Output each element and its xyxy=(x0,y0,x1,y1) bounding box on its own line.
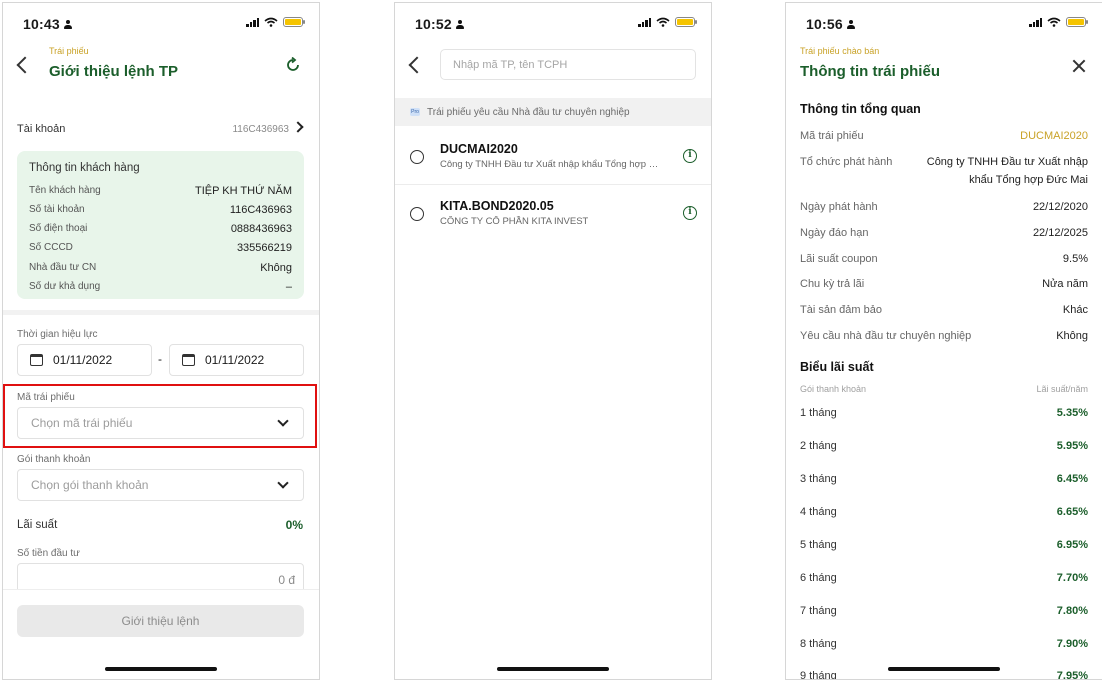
status-bar: 10:56 xyxy=(786,3,1102,43)
table-row: 1 tháng 5.35% xyxy=(800,407,1088,419)
detail-row: Ngày phát hành 22/12/2020 xyxy=(800,201,1088,213)
info-row: Số tài khoản 116C436963 xyxy=(29,204,292,216)
wifi-icon xyxy=(264,17,278,27)
table-row: 6 tháng 7.70% xyxy=(800,572,1088,584)
breadcrumb: Trái phiếu chào bán xyxy=(800,46,880,56)
home-indicator xyxy=(105,667,217,671)
table-row: 9 tháng 7.95% xyxy=(800,670,1088,680)
info-row: Nhà đầu tư CN Không xyxy=(29,262,292,274)
search-input[interactable]: Nhập mã TP, tên TCPH xyxy=(440,49,696,80)
calendar-icon xyxy=(182,354,195,366)
bond-code: KITA.BOND2020.05 xyxy=(440,199,554,213)
wifi-icon xyxy=(656,17,670,27)
table-row: 2 tháng 5.95% xyxy=(800,440,1088,452)
pro-investor-banner: Pro Trái phiếu yêu cầu Nhà đầu tư chuyên… xyxy=(395,98,711,126)
detail-row: Tổ chức phát hành Công ty TNHH Đầu tư Xu… xyxy=(800,156,1088,186)
info-icon[interactable]: i xyxy=(683,149,697,163)
calendar-icon xyxy=(30,354,43,366)
signal-icon xyxy=(1029,17,1042,27)
detail-row: Chu kỳ trả lãi Nửa năm xyxy=(800,278,1088,290)
status-time: 10:56 xyxy=(806,16,855,32)
rate-value: 0% xyxy=(285,518,303,532)
wifi-icon xyxy=(1047,17,1061,27)
info-row: Số điện thoại 0888436963 xyxy=(29,223,292,235)
radio-button[interactable] xyxy=(410,207,424,221)
detail-row: Ngày đáo hạn 22/12/2025 xyxy=(800,227,1088,239)
home-indicator xyxy=(888,667,1000,671)
date-from-field[interactable]: 01/11/2022 xyxy=(17,344,152,376)
validity-label: Thời gian hiệu lực xyxy=(17,329,98,340)
detail-row: Lãi suất coupon 9.5% xyxy=(800,253,1088,265)
info-icon[interactable]: i xyxy=(683,206,697,220)
chevron-down-icon xyxy=(277,477,289,489)
bond-code: DUCMAI2020 xyxy=(440,142,518,156)
list-item[interactable]: KITA.BOND2020.05 CÔNG TY CỔ PHẦN KITA IN… xyxy=(395,185,711,242)
status-time: 10:43 xyxy=(23,16,72,32)
radio-button[interactable] xyxy=(410,150,424,164)
section-divider xyxy=(3,310,319,315)
customer-info-box: Thông tin khách hàng Tên khách hàng TIỆP … xyxy=(17,151,304,299)
highlight-box xyxy=(3,384,317,448)
refresh-icon[interactable] xyxy=(285,57,301,73)
page-title: Thông tin trái phiếu xyxy=(800,63,940,80)
amount-label: Số tiền đầu tư xyxy=(17,548,80,559)
bond-issuer: Công ty TNHH Đầu tư Xuất nhập khẩu Tổng … xyxy=(440,159,665,170)
person-icon xyxy=(846,20,855,29)
date-separator: - xyxy=(158,352,162,366)
rate-label: Lãi suất xyxy=(17,519,58,531)
rate-table-title: Biểu lãi suất xyxy=(800,360,874,374)
breadcrumb: Trái phiếu xyxy=(49,46,89,56)
person-icon xyxy=(63,20,72,29)
bond-issuer: CÔNG TY CỔ PHẦN KITA INVEST xyxy=(440,216,589,227)
detail-row: Tài sản đảm bảo Khác xyxy=(800,304,1088,316)
table-row: 7 tháng 7.80% xyxy=(800,605,1088,617)
page-title: Giới thiệu lệnh TP xyxy=(49,63,179,80)
signal-icon xyxy=(246,17,259,27)
table-row: 3 tháng 6.45% xyxy=(800,473,1088,485)
battery-icon xyxy=(1066,17,1088,27)
home-indicator xyxy=(497,667,609,671)
rate-table-header: Gói thanh khoản Lãi suất/năm xyxy=(800,384,1088,394)
back-icon[interactable] xyxy=(408,56,426,74)
screen-order-intro: 10:43 Trái phiếu Giới thiệu lệnh TP Tài … xyxy=(2,2,320,680)
chevron-right-icon[interactable] xyxy=(292,121,304,133)
battery-icon xyxy=(675,17,697,27)
status-time: 10:52 xyxy=(415,16,464,32)
pro-badge-icon: Pro xyxy=(410,108,420,116)
detail-row: Yêu cầu nhà đầu tư chuyên nghiệp Không xyxy=(800,330,1088,342)
overview-title: Thông tin tổng quan xyxy=(800,102,921,116)
screen-bond-search: 10:52 Nhập mã TP, tên TCPH Pro Trái phiế… xyxy=(394,2,712,680)
status-bar: 10:43 xyxy=(3,3,319,43)
close-icon[interactable] xyxy=(1072,59,1086,73)
account-value: 116C436963 xyxy=(232,124,289,135)
account-label: Tài khoản xyxy=(17,123,66,135)
list-item[interactable]: DUCMAI2020 Công ty TNHH Đầu tư Xuất nhập… xyxy=(395,128,711,185)
submit-order-button[interactable]: Giới thiệu lệnh xyxy=(17,605,304,637)
table-row: 8 tháng 7.90% xyxy=(800,638,1088,650)
signal-icon xyxy=(638,17,651,27)
table-row: 5 tháng 6.95% xyxy=(800,539,1088,551)
package-label: Gói thanh khoản xyxy=(17,454,91,465)
screen-bond-detail: 10:56 Trái phiếu chào bán Thông tin trái… xyxy=(785,2,1102,680)
table-row: 4 tháng 6.65% xyxy=(800,506,1088,518)
date-to-field[interactable]: 01/11/2022 xyxy=(169,344,304,376)
info-row: Tên khách hàng TIỆP KH THỨ NĂM xyxy=(29,185,292,197)
back-icon[interactable] xyxy=(16,56,34,74)
battery-icon xyxy=(283,17,305,27)
info-row: Số dư khả dụng – xyxy=(29,281,292,293)
package-select[interactable]: Chọn gói thanh khoản xyxy=(17,469,304,501)
info-row: Số CCCD 335566219 xyxy=(29,242,292,254)
status-bar: 10:52 xyxy=(395,3,711,43)
person-icon xyxy=(455,20,464,29)
customer-box-title: Thông tin khách hàng xyxy=(29,162,140,174)
detail-row: Mã trái phiếu DUCMAI2020 xyxy=(800,130,1088,142)
